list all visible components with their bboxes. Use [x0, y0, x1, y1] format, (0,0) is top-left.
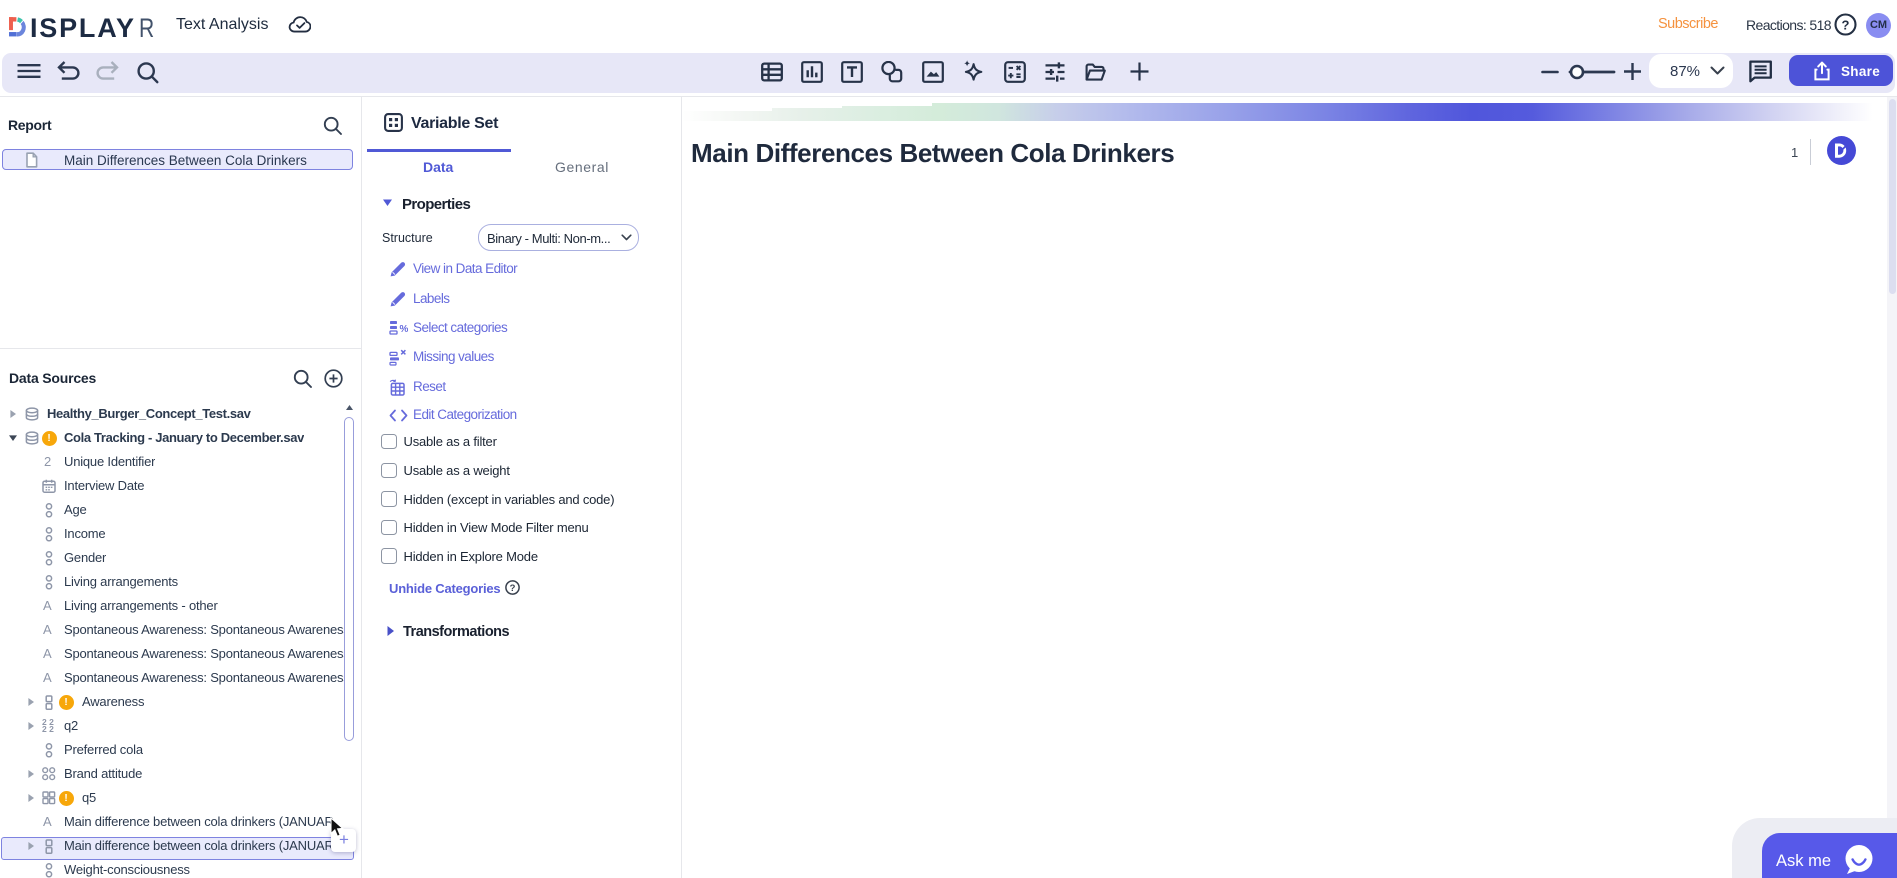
svg-text:%: % [400, 324, 409, 335]
svg-text:?: ? [1842, 17, 1850, 32]
svg-text:?: ? [510, 583, 516, 594]
